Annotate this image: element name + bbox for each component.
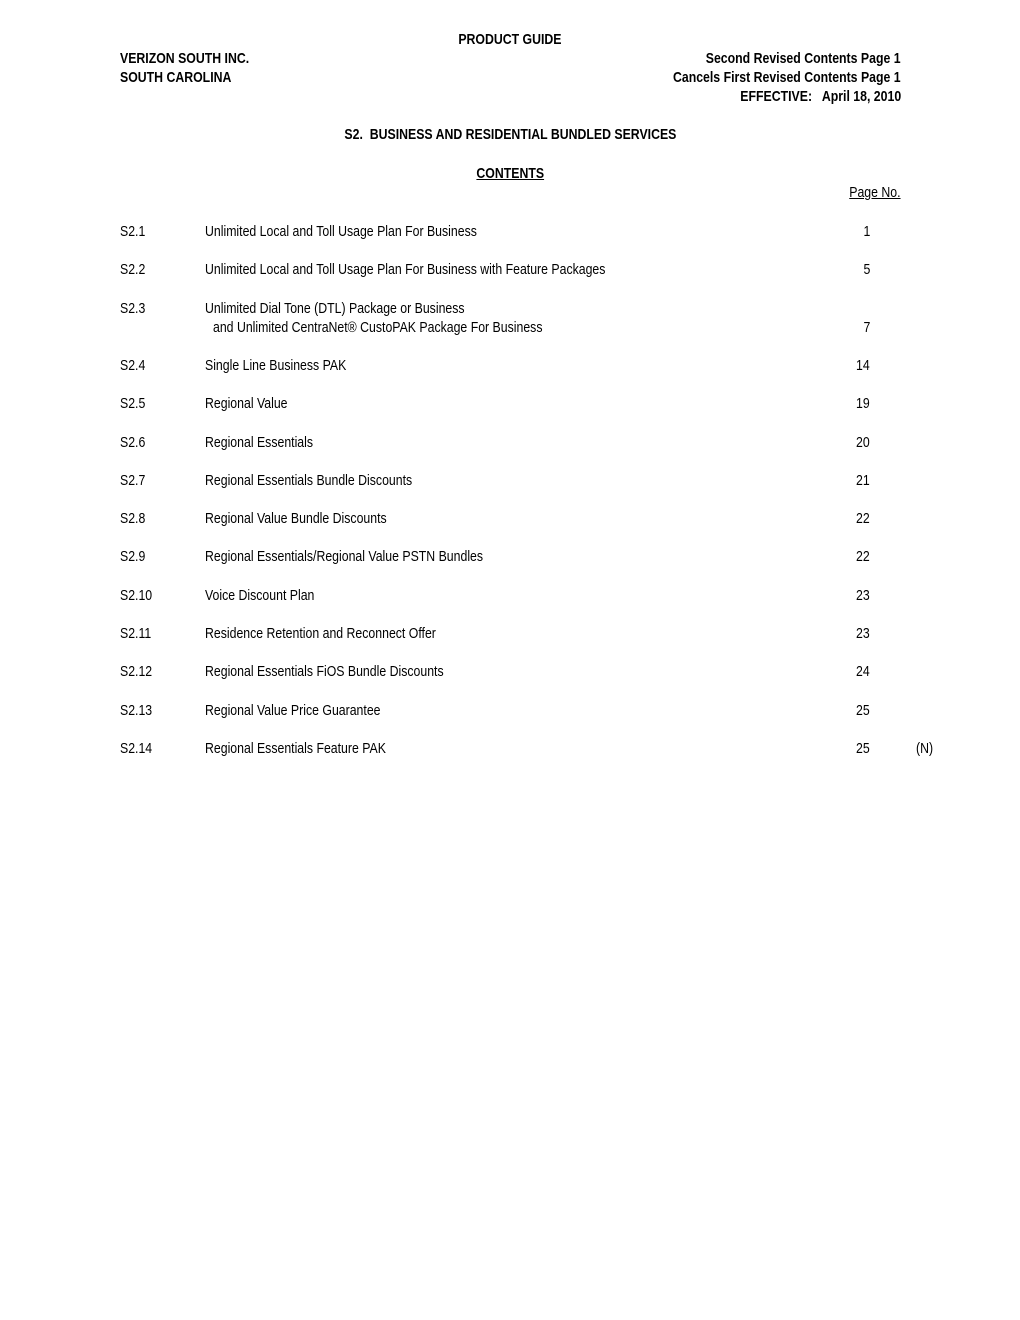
toc-entry: S2.12 Regional Essentials FiOS Bundle Di… bbox=[0, 663, 1020, 703]
toc-section-number: S2.7 bbox=[120, 471, 146, 489]
toc-entry: S2.3 Unlimited Dial Tone (DTL) Package o… bbox=[0, 300, 1020, 340]
toc-page-number: 7 bbox=[863, 318, 870, 336]
toc-entry: S2.13 Regional Value Price Guarantee 25 bbox=[0, 702, 1020, 742]
toc-section-number: S2.12 bbox=[120, 663, 153, 681]
toc-section-link[interactable]: Unlimited Local and Toll Usage Plan For … bbox=[205, 261, 693, 278]
toc-section-link[interactable]: Regional Value bbox=[205, 395, 306, 412]
company-name: VERIZON SOUTH INC. bbox=[120, 50, 250, 67]
toc-entry: S2.14 Regional Essentials Feature PAK 25… bbox=[0, 740, 1020, 780]
toc-section-link[interactable]: Single Line Business PAK bbox=[205, 357, 377, 374]
toc-section-link[interactable]: Residence Retention and Reconnect Offer bbox=[205, 625, 487, 642]
cancels-label: Cancels First Revised Contents Page 1 bbox=[673, 69, 901, 86]
toc-entry: S2.11 Residence Retention and Reconnect … bbox=[0, 625, 1020, 665]
toc-section-number: S2.14 bbox=[120, 739, 153, 757]
toc-page-number: 25 bbox=[856, 701, 870, 719]
toc-entry: S2.2 Unlimited Local and Toll Usage Plan… bbox=[0, 261, 1020, 301]
toc-section-link[interactable]: Unlimited Local and Toll Usage Plan For … bbox=[205, 223, 537, 240]
toc-section-link[interactable]: Regional Essentials Bundle Discounts bbox=[205, 472, 458, 489]
toc-section-number: S2.13 bbox=[120, 701, 153, 719]
toc-section-link[interactable]: Regional Value Price Guarantee bbox=[205, 702, 419, 719]
toc-section-link[interactable]: Regional Essentials/Regional Value PSTN … bbox=[205, 548, 544, 565]
toc-entry: S2.4 Single Line Business PAK 14 bbox=[0, 357, 1020, 397]
toc-page-number: 20 bbox=[856, 433, 870, 451]
toc-entry: S2.9 Regional Essentials/Regional Value … bbox=[0, 548, 1020, 588]
toc-section-number: S2.6 bbox=[120, 433, 146, 451]
toc-section-number: S2.5 bbox=[120, 395, 146, 413]
toc-section-number: S2.8 bbox=[120, 510, 146, 528]
toc-page-number: 23 bbox=[856, 625, 870, 642]
state-name: SOUTH CAROLINA bbox=[120, 69, 232, 86]
toc-page-number: 19 bbox=[856, 395, 870, 413]
toc-section-link-line2[interactable]: and Unlimited CentraNet® CustoPAK Packag… bbox=[213, 319, 615, 336]
toc-section-link[interactable]: Regional Essentials bbox=[205, 434, 337, 451]
toc-section-link[interactable]: Regional Value Bundle Discounts bbox=[205, 510, 427, 527]
toc-section-number: S2.2 bbox=[120, 261, 146, 279]
toc-entry: S2.5 Regional Value 19 bbox=[0, 395, 1020, 435]
toc-section-number: S2.10 bbox=[120, 586, 153, 604]
toc-entry: S2.1 Unlimited Local and Toll Usage Plan… bbox=[0, 223, 1020, 263]
toc-entry: S2.6 Regional Essentials 20 bbox=[0, 434, 1020, 474]
toc-page-number: 1 bbox=[863, 223, 870, 240]
page-no-label: Page No. bbox=[849, 184, 901, 201]
toc-entry: S2.10 Voice Discount Plan 23 bbox=[0, 587, 1020, 627]
toc-section-link[interactable]: Regional Essentials Feature PAK bbox=[205, 740, 426, 757]
toc-section-number: S2.3 bbox=[120, 299, 146, 317]
toc-entry: S2.7 Regional Essentials Bundle Discount… bbox=[0, 472, 1020, 512]
toc-page-number: 22 bbox=[856, 510, 870, 528]
toc-section-number: S2.9 bbox=[120, 548, 146, 566]
toc-section-link[interactable]: Regional Essentials FiOS Bundle Discount… bbox=[205, 663, 496, 680]
revision-label: Second Revised Contents Page 1 bbox=[706, 50, 901, 67]
section-title: S2. BUSINESS AND RESIDENTIAL BUNDLED SER… bbox=[344, 126, 676, 143]
toc-page-number: 22 bbox=[856, 548, 870, 566]
contents-heading: CONTENTS bbox=[476, 165, 544, 182]
product-guide-title: PRODUCT GUIDE bbox=[458, 31, 562, 48]
toc-page-number: 25 bbox=[856, 739, 870, 757]
toc-section-link[interactable]: Voice Discount Plan bbox=[205, 587, 338, 604]
toc-page-number: 21 bbox=[856, 471, 870, 489]
toc-section-number: S2.4 bbox=[120, 356, 146, 374]
effective-date: EFFECTIVE: April 18, 2010 bbox=[740, 88, 901, 105]
toc-page-number: 14 bbox=[856, 356, 870, 374]
toc-entry: S2.8 Regional Value Bundle Discounts 22 bbox=[0, 510, 1020, 550]
new-marker: (N) bbox=[916, 739, 934, 757]
toc-section-number: S2.11 bbox=[120, 625, 152, 642]
toc-page-number: 5 bbox=[863, 261, 870, 279]
toc-page-number: 24 bbox=[856, 663, 870, 681]
toc-page-number: 23 bbox=[856, 586, 870, 604]
toc-section-number: S2.1 bbox=[120, 223, 146, 240]
toc-section-link[interactable]: Unlimited Dial Tone (DTL) Package or Bus… bbox=[205, 300, 522, 317]
